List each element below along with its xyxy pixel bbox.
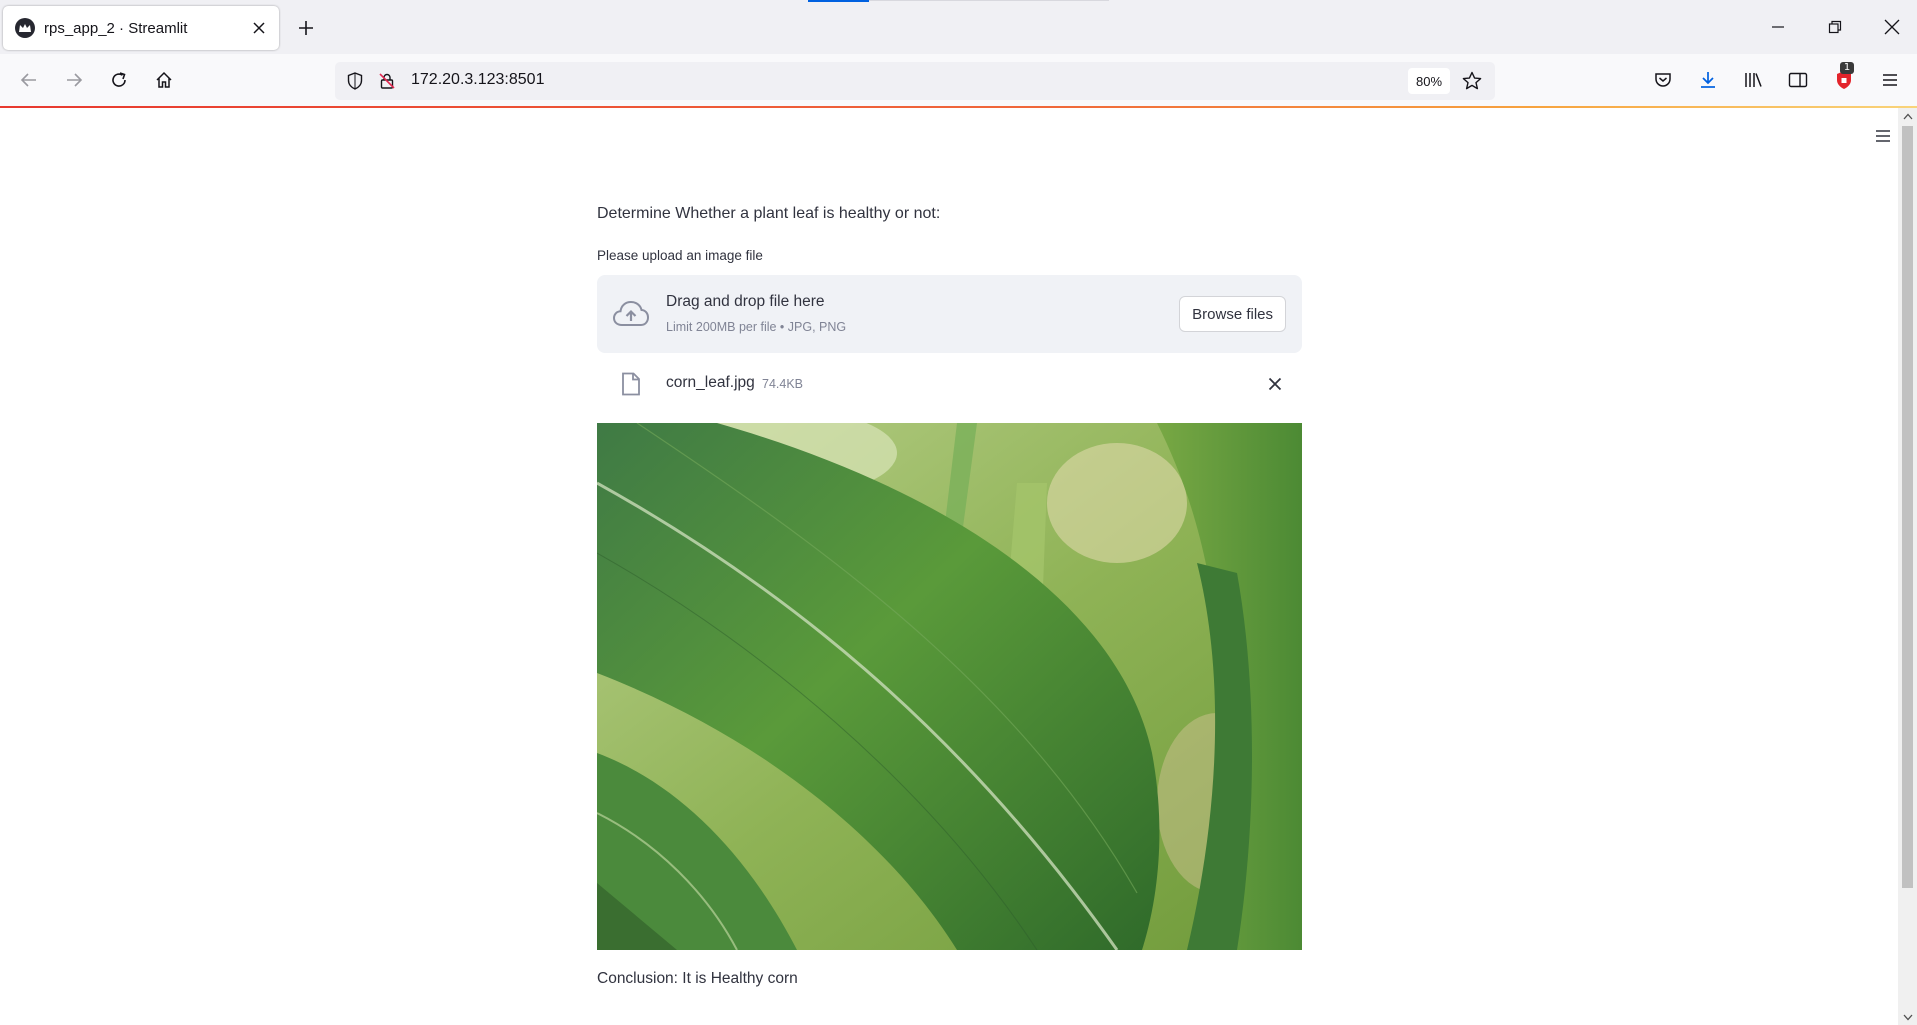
library-icon[interactable] — [1737, 64, 1769, 96]
active-tab-indicator — [808, 0, 869, 2]
conclusion-text: Conclusion: It is Healthy corn — [597, 970, 798, 987]
uploaded-leaf-image — [597, 423, 1302, 950]
browse-files-button[interactable]: Browse files — [1179, 296, 1286, 332]
minimize-icon[interactable] — [1763, 12, 1793, 42]
uploaded-file-name: corn_leaf.jpg — [666, 374, 755, 391]
address-bar[interactable]: 172.20.3.123:8501 80% — [335, 62, 1495, 100]
new-tab-icon[interactable] — [292, 14, 320, 42]
extension-shield-icon[interactable]: 1 — [1828, 62, 1860, 96]
back-icon[interactable] — [13, 64, 45, 96]
cloud-upload-icon — [612, 295, 650, 333]
scroll-up-arrow-icon[interactable] — [1901, 110, 1914, 122]
bookmark-star-icon[interactable] — [1460, 69, 1484, 93]
dropzone-subtitle: Limit 200MB per file • JPG, PNG — [666, 320, 847, 334]
file-icon — [620, 371, 642, 397]
forward-icon[interactable] — [58, 64, 90, 96]
dropzone-title: Drag and drop file here — [666, 293, 825, 310]
scrollbar-thumb[interactable] — [1902, 126, 1913, 888]
pocket-icon[interactable] — [1647, 64, 1679, 96]
app-menu-icon[interactable] — [1874, 64, 1906, 96]
home-icon[interactable] — [148, 64, 180, 96]
sidebar-toggle-icon[interactable] — [1782, 64, 1814, 96]
insecure-connection-icon[interactable] — [377, 71, 397, 91]
zoom-level-button[interactable]: 80% — [1408, 68, 1450, 94]
restore-icon[interactable] — [1820, 12, 1850, 42]
tab-strip: rps_app_2 · Streamlit — [0, 0, 1917, 54]
url-text[interactable]: 172.20.3.123:8501 — [411, 71, 544, 89]
reload-icon[interactable] — [103, 64, 135, 96]
scroll-down-arrow-icon[interactable] — [1901, 1011, 1914, 1023]
uploader-label: Please upload an image file — [597, 248, 763, 263]
close-window-icon[interactable] — [1877, 12, 1907, 42]
tab-separator-line — [869, 0, 1109, 1]
corn-leaf-photo — [597, 423, 1302, 950]
streamlit-menu-icon[interactable] — [1870, 123, 1896, 149]
tracking-protection-icon[interactable] — [345, 71, 365, 91]
streamlit-favicon-icon — [15, 18, 35, 38]
browser-tab[interactable]: rps_app_2 · Streamlit — [3, 6, 279, 50]
page-viewport: Determine Whether a plant leaf is health… — [0, 108, 1898, 1025]
tab-close-icon[interactable] — [247, 16, 271, 40]
downloads-icon[interactable] — [1692, 64, 1724, 96]
extension-badge: 1 — [1840, 62, 1854, 74]
uploaded-file-size: 74.4KB — [762, 377, 804, 391]
remove-file-icon[interactable] — [1263, 372, 1287, 396]
file-dropzone[interactable]: Drag and drop file here Limit 200MB per … — [597, 275, 1302, 353]
tab-title: rps_app_2 · Streamlit — [44, 19, 188, 37]
uploaded-file-row: corn_leaf.jpg 74.4KB — [597, 360, 1302, 406]
page-heading: Determine Whether a plant leaf is health… — [597, 205, 941, 222]
page-scrollbar[interactable] — [1898, 108, 1917, 1025]
